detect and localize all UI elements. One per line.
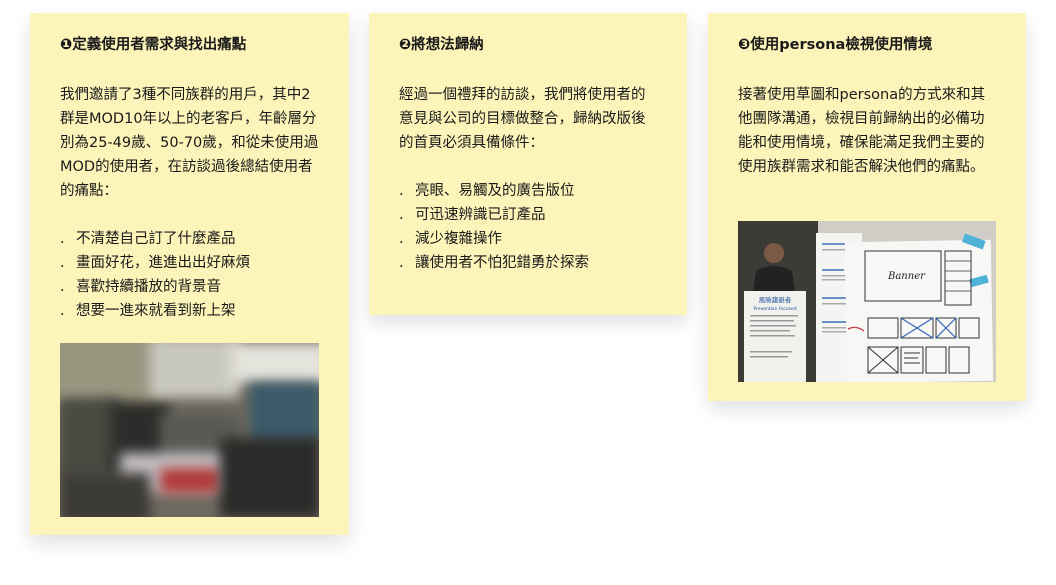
card-title: ❷將想法歸納 [399, 37, 484, 53]
list-item: . 減少複雜操作 [399, 231, 502, 247]
list-item: . 不清楚自己訂了什麼產品 [60, 231, 236, 247]
list-item: . 讓使用者不怕犯錯勇於探索 [399, 255, 589, 271]
list-item: . 亮眼、易觸及的廣告版位 [399, 183, 575, 199]
list-item: . 喜歡持續播放的背景音 [60, 279, 221, 295]
persona-sketch-photo: 風險趨避者 Prevention focused Banner [738, 221, 996, 382]
card-organize-ideas: ❷將想法歸納 經過一個禮拜的訪談，我們將使用者的意見與公司的目標做整合，歸納改版… [369, 13, 687, 315]
sketch-banner-label: Banner [887, 271, 926, 282]
bullet-list: . 不清楚自己訂了什麼產品 . 畫面好花，進進出出好麻煩 . 喜歡持續播放的背景音 .… [60, 227, 319, 323]
card-title: ❸使用persona檢視使用情境 [738, 37, 933, 53]
card-body: 經過一個禮拜的訪談，我們將使用者的意見與公司的目標做整合，歸納改版後的首頁必須具… [399, 87, 646, 151]
poster-subtitle: Prevention focused [753, 306, 796, 312]
poster-title: 風險趨避者 [759, 295, 792, 304]
list-item: . 可迅速辨識已訂產品 [399, 207, 546, 223]
list-item: . 想要一進來就看到新上架 [60, 303, 236, 319]
card-persona-check: ❸使用persona檢視使用情境 接著使用草圖和persona的方式來和其他團隊… [708, 13, 1026, 401]
list-item: . 畫面好花，進進出出好麻煩 [60, 255, 250, 271]
interview-photo [60, 343, 319, 517]
card-title: ❶定義使用者需求與找出痛點 [60, 37, 247, 53]
card-body: 接著使用草圖和persona的方式來和其他團隊溝通，檢視目前歸納出的必備功能和使… [738, 87, 986, 175]
card-body: 我們邀請了3種不同族群的用戶，其中2群是MOD10年以上的老客戶，年齡層分別為2… [60, 87, 319, 199]
bullet-list: . 亮眼、易觸及的廣告版位 . 可迅速辨識已訂產品 . 減少複雜操作 . 讓使用者不怕犯… [399, 179, 657, 275]
card-define-needs: ❶定義使用者需求與找出痛點 我們邀請了3種不同族群的用戶，其中2群是MOD10年… [30, 13, 349, 535]
